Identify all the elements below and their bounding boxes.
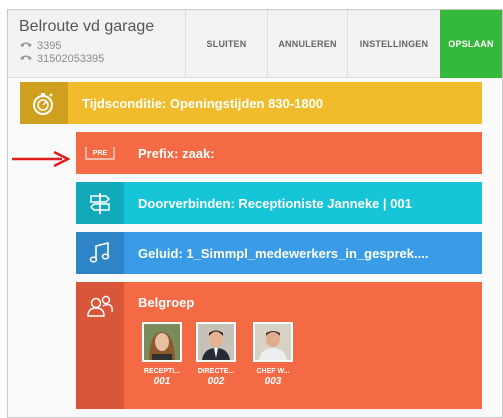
users-group-icon <box>76 282 124 409</box>
annotation-arrow <box>12 150 70 168</box>
group-member[interactable]: RECEPTI... 001 <box>138 322 186 387</box>
ring-group-label: Belgroep <box>138 295 195 310</box>
step-sound[interactable]: Geluid: 1_Simmpl_medewerkers_in_gesprek.… <box>76 232 482 274</box>
prefix-tag-icon: PRE <box>76 132 124 174</box>
extension-number: 3395 <box>37 40 62 52</box>
member-number: 003 <box>264 376 282 387</box>
page-title: Belroute vd garage <box>19 18 155 35</box>
member-name: RECEPTI... <box>143 368 181 375</box>
step-label: Prefix: zaak: <box>138 145 215 161</box>
step-label: Geluid: 1_Simmpl_medewerkers_in_gesprek.… <box>138 245 429 261</box>
group-member[interactable]: DIRECTE... 002 <box>192 322 240 387</box>
step-label: Doorverbinden: Receptioniste Janneke | 0… <box>138 195 412 211</box>
avatar <box>196 322 236 362</box>
phone-line: 31502053395 <box>19 53 154 65</box>
music-note-icon <box>76 232 124 274</box>
extension-line: 3395 <box>19 40 154 52</box>
close-button[interactable]: SLUITEN <box>185 10 267 78</box>
phone-icon <box>20 55 32 60</box>
member-name: DIRECTE... <box>197 368 235 375</box>
step-ring-group[interactable]: Belgroep RECEPTI... 001 DIRECTE... 002 C… <box>76 282 482 409</box>
signpost-icon <box>76 182 124 224</box>
cancel-button[interactable]: ANNULEREN <box>267 10 347 78</box>
route-info: Belroute vd garage 3395 31502053395 <box>19 18 154 65</box>
stopwatch-icon <box>20 82 68 124</box>
svg-text:PRE: PRE <box>93 150 108 157</box>
step-time-condition[interactable]: Tijdsconditie: Openingstijden 830-1800 <box>20 82 482 124</box>
group-member[interactable]: CHEF W... 003 <box>249 322 297 387</box>
phone-icon <box>20 42 32 47</box>
step-label: Tijdsconditie: Openingstijden 830-1800 <box>82 95 324 111</box>
step-forward[interactable]: Doorverbinden: Receptioniste Janneke | 0… <box>76 182 482 224</box>
phone-number: 31502053395 <box>37 53 105 65</box>
settings-button[interactable]: INSTELLINGEN <box>347 10 440 78</box>
member-number: 001 <box>153 376 171 387</box>
avatar <box>142 322 182 362</box>
save-button[interactable]: OPSLAAN <box>440 10 502 78</box>
avatar <box>253 322 293 362</box>
step-prefix[interactable]: PRE Prefix: zaak: <box>76 132 482 174</box>
header-bar: Belroute vd garage 3395 31502053395 SLUI… <box>8 10 502 78</box>
member-number: 002 <box>207 376 225 387</box>
member-name: CHEF W... <box>256 368 290 375</box>
